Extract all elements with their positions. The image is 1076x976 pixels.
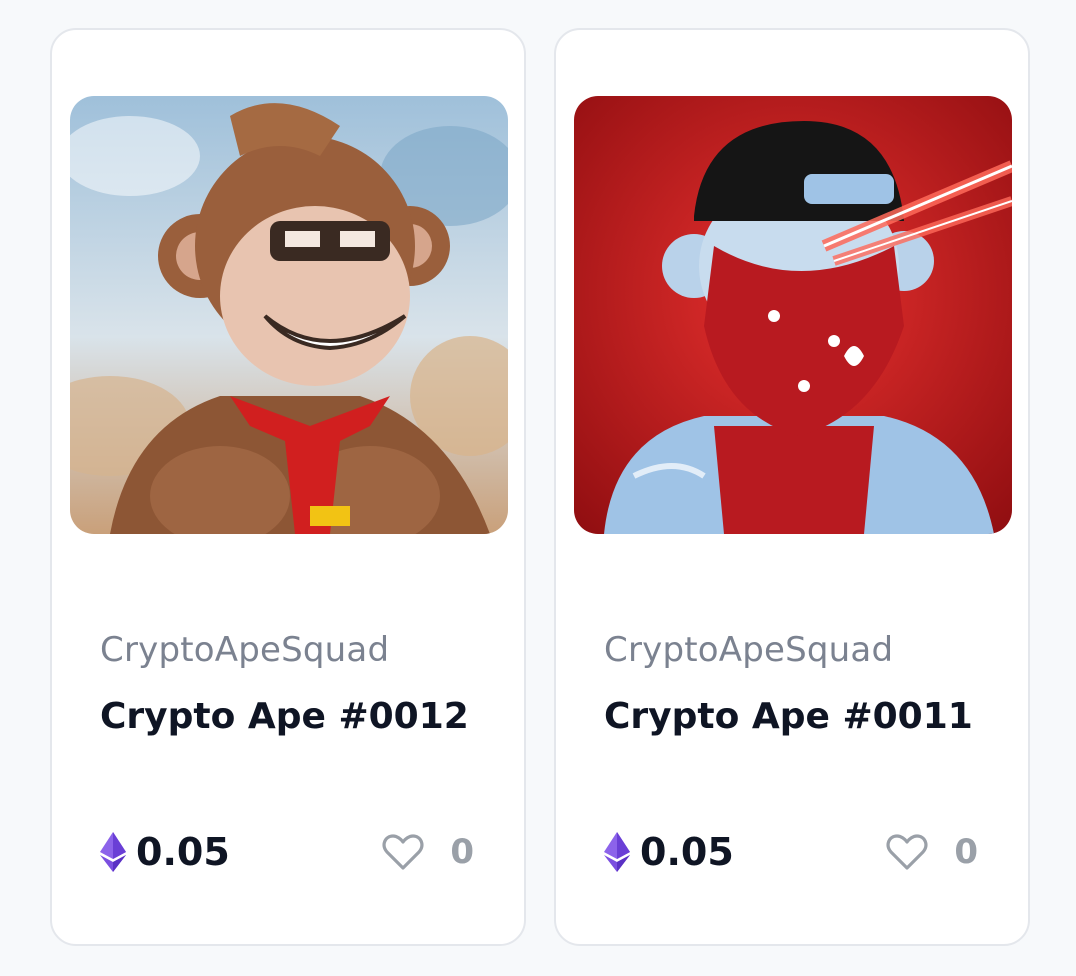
collection-name[interactable]: CryptoApeSquad — [604, 630, 893, 670]
nft-title[interactable]: Crypto Ape #0012 — [100, 696, 469, 737]
nft-card[interactable]: CryptoApeSquad Crypto Ape #0012 0.05 0 — [50, 28, 526, 946]
ethereum-icon — [100, 832, 126, 872]
like-count: 0 — [954, 832, 978, 872]
price: 0.05 — [604, 830, 734, 874]
nft-title[interactable]: Crypto Ape #0011 — [604, 696, 973, 737]
like-control: 0 — [382, 832, 474, 872]
nft-image[interactable] — [574, 96, 1012, 534]
heart-outline-icon[interactable] — [886, 833, 928, 871]
like-control: 0 — [886, 832, 978, 872]
ethereum-icon — [604, 832, 630, 872]
nft-card[interactable]: CryptoApeSquad Crypto Ape #0011 0.05 0 — [554, 28, 1030, 946]
nft-image[interactable] — [70, 96, 508, 534]
price-value: 0.05 — [136, 830, 230, 874]
price: 0.05 — [100, 830, 230, 874]
ape-bandana-artwork — [574, 96, 1012, 534]
ape-brown-artwork — [70, 96, 508, 534]
price-value: 0.05 — [640, 830, 734, 874]
like-count: 0 — [450, 832, 474, 872]
heart-outline-icon[interactable] — [382, 833, 424, 871]
collection-name[interactable]: CryptoApeSquad — [100, 630, 389, 670]
